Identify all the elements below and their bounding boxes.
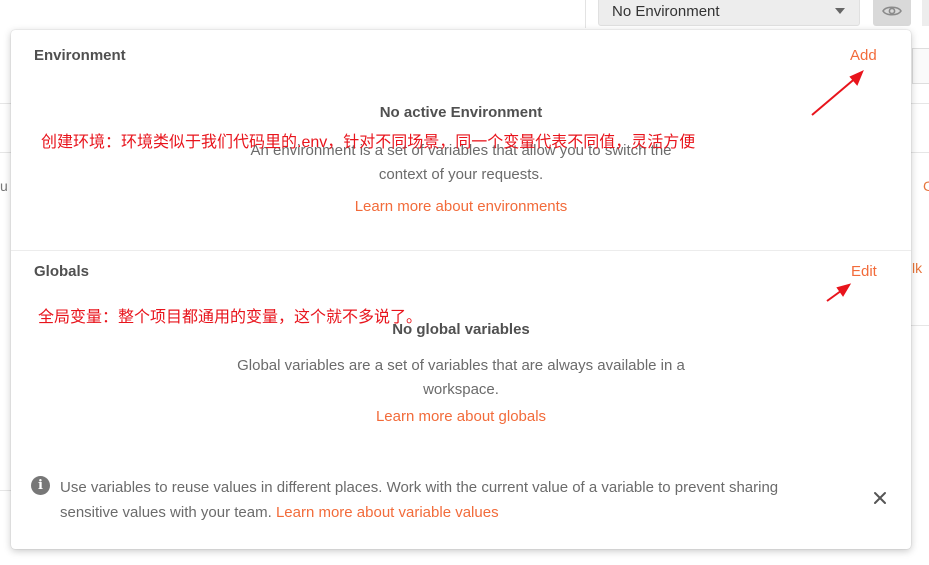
arrow-to-edit [826, 283, 852, 302]
annotation-arrows [811, 70, 864, 302]
arrow-to-add [811, 70, 864, 116]
